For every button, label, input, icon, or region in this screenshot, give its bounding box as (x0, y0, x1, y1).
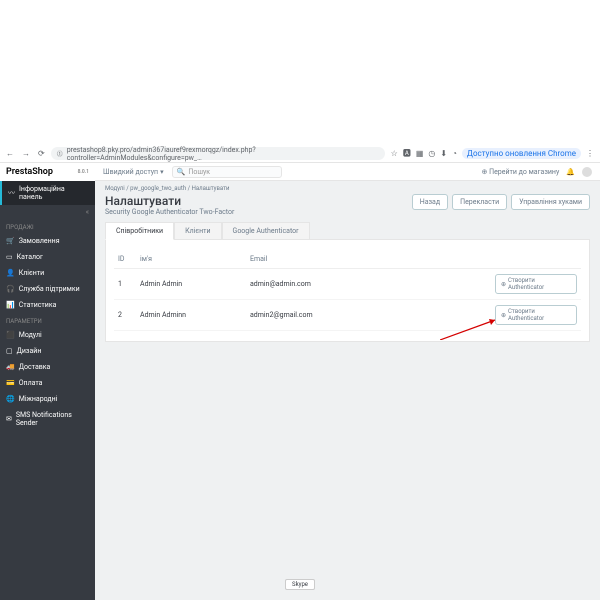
hooks-button[interactable]: Управління хуками (511, 194, 590, 210)
sidebar-item-design[interactable]: ▢ Дизайн (0, 343, 95, 359)
th-name: ім'я (136, 250, 246, 269)
sidebar-item-support[interactable]: 🎧 Служба підтримки (0, 281, 95, 297)
create-auth-button[interactable]: ⊕Створити Authenticator (495, 305, 577, 325)
tab-employees[interactable]: Співробітники (105, 222, 174, 240)
sidebar-item-payment[interactable]: 💳 Оплата (0, 375, 95, 391)
translate-button[interactable]: Перекласти (452, 194, 507, 210)
browser-bar: ← → ⟳ ⓵ prestashop8.pky.pro/admin367iaur… (0, 145, 600, 163)
quick-access[interactable]: Швидкий доступ ▾ (103, 168, 164, 176)
tab-clients[interactable]: Клієнти (174, 222, 221, 240)
sidebar-item-intl[interactable]: 🌐 Міжнародні (0, 391, 95, 407)
avatar[interactable] (582, 167, 592, 177)
back-icon[interactable]: ← (6, 149, 14, 158)
insecure-icon: ⓵ (57, 149, 63, 158)
sidebar-item-dashboard[interactable]: 〰 Інформаційна панель (0, 181, 95, 205)
th-id: ID (114, 250, 136, 269)
menu-icon[interactable]: ⋮ (586, 149, 594, 158)
download-icon[interactable]: ⬇ (440, 149, 447, 158)
sidebar-item-sms[interactable]: ✉ SMS Notifications Sender (0, 407, 95, 431)
tabs: Співробітники Клієнти Google Authenticat… (105, 222, 590, 240)
sidebar-item-orders[interactable]: 🛒 Замовлення (0, 233, 95, 249)
translate-icon[interactable]: 🅰 (403, 148, 411, 159)
ext3-icon[interactable]: ◔ (452, 149, 457, 158)
collapse-icon[interactable]: « (0, 205, 95, 219)
url-bar[interactable]: ⓵ prestashop8.pky.pro/admin367iauref9rex… (51, 147, 385, 160)
zoom-icon: ⊕ (501, 281, 506, 288)
employees-table: ID ім'я Email 1 Admin Admin admin@admin.… (114, 250, 581, 331)
page-title: Налаштувати (105, 194, 234, 208)
back-button[interactable]: Назад (412, 194, 448, 210)
topbar: Швидкий доступ ▾ 🔍Пошук ⊕ Перейти до маг… (95, 163, 600, 181)
panel: ID ім'я Email 1 Admin Admin admin@admin.… (105, 239, 590, 342)
sidebar-item-stats[interactable]: 📊 Статистика (0, 297, 95, 313)
sidebar-group-params: ПАРАМЕТРИ (0, 313, 95, 327)
table-row: 2 Admin Adminn admin2@gmail.com ⊕Створит… (114, 300, 581, 331)
url-text: prestashop8.pky.pro/admin367iauref9rexmo… (67, 146, 379, 162)
forward-icon[interactable]: → (22, 149, 30, 158)
search-input[interactable]: 🔍Пошук (172, 166, 282, 178)
sidebar-group-sales: ПРОДАЖІ (0, 219, 95, 233)
tab-ga[interactable]: Google Authenticator (222, 222, 310, 240)
sidebar-item-customers[interactable]: 👤 Клієнти (0, 265, 95, 281)
ext1-icon[interactable]: ▦ (416, 149, 424, 158)
bell-icon[interactable]: 🔔 (566, 168, 575, 176)
goto-store[interactable]: ⊕ Перейти до магазину (481, 168, 559, 176)
search-icon: 🔍 (177, 168, 186, 176)
zoom-icon: ⊕ (501, 312, 506, 319)
page-subtitle: Security Google Authenticator Two-Factor (105, 208, 234, 216)
reload-icon[interactable]: ⟳ (38, 149, 45, 158)
skype-tooltip: Skype (285, 579, 315, 590)
th-email: Email (246, 250, 491, 269)
table-row: 1 Admin Admin admin@admin.com ⊕Створити … (114, 269, 581, 300)
sidebar-item-modules[interactable]: ⬛ Модулі (0, 327, 95, 343)
breadcrumb: Модулі / pw_google_two_auth / Налаштуват… (95, 181, 600, 192)
bookmark-icon[interactable]: ☆ (391, 149, 398, 158)
sidebar-item-shipping[interactable]: 🚚 Доставка (0, 359, 95, 375)
sidebar-item-catalog[interactable]: ▭ Каталог (0, 249, 95, 265)
create-auth-button[interactable]: ⊕Створити Authenticator (495, 274, 577, 294)
ext2-icon[interactable]: ◷ (428, 149, 435, 158)
logo[interactable]: PrestaShop8.0.1 (0, 163, 95, 181)
chevron-down-icon: ▾ (160, 168, 164, 176)
chrome-update[interactable]: Доступно оновлення Chrome (462, 148, 581, 159)
sidebar: PrestaShop8.0.1 〰 Інформаційна панель « … (0, 163, 95, 600)
